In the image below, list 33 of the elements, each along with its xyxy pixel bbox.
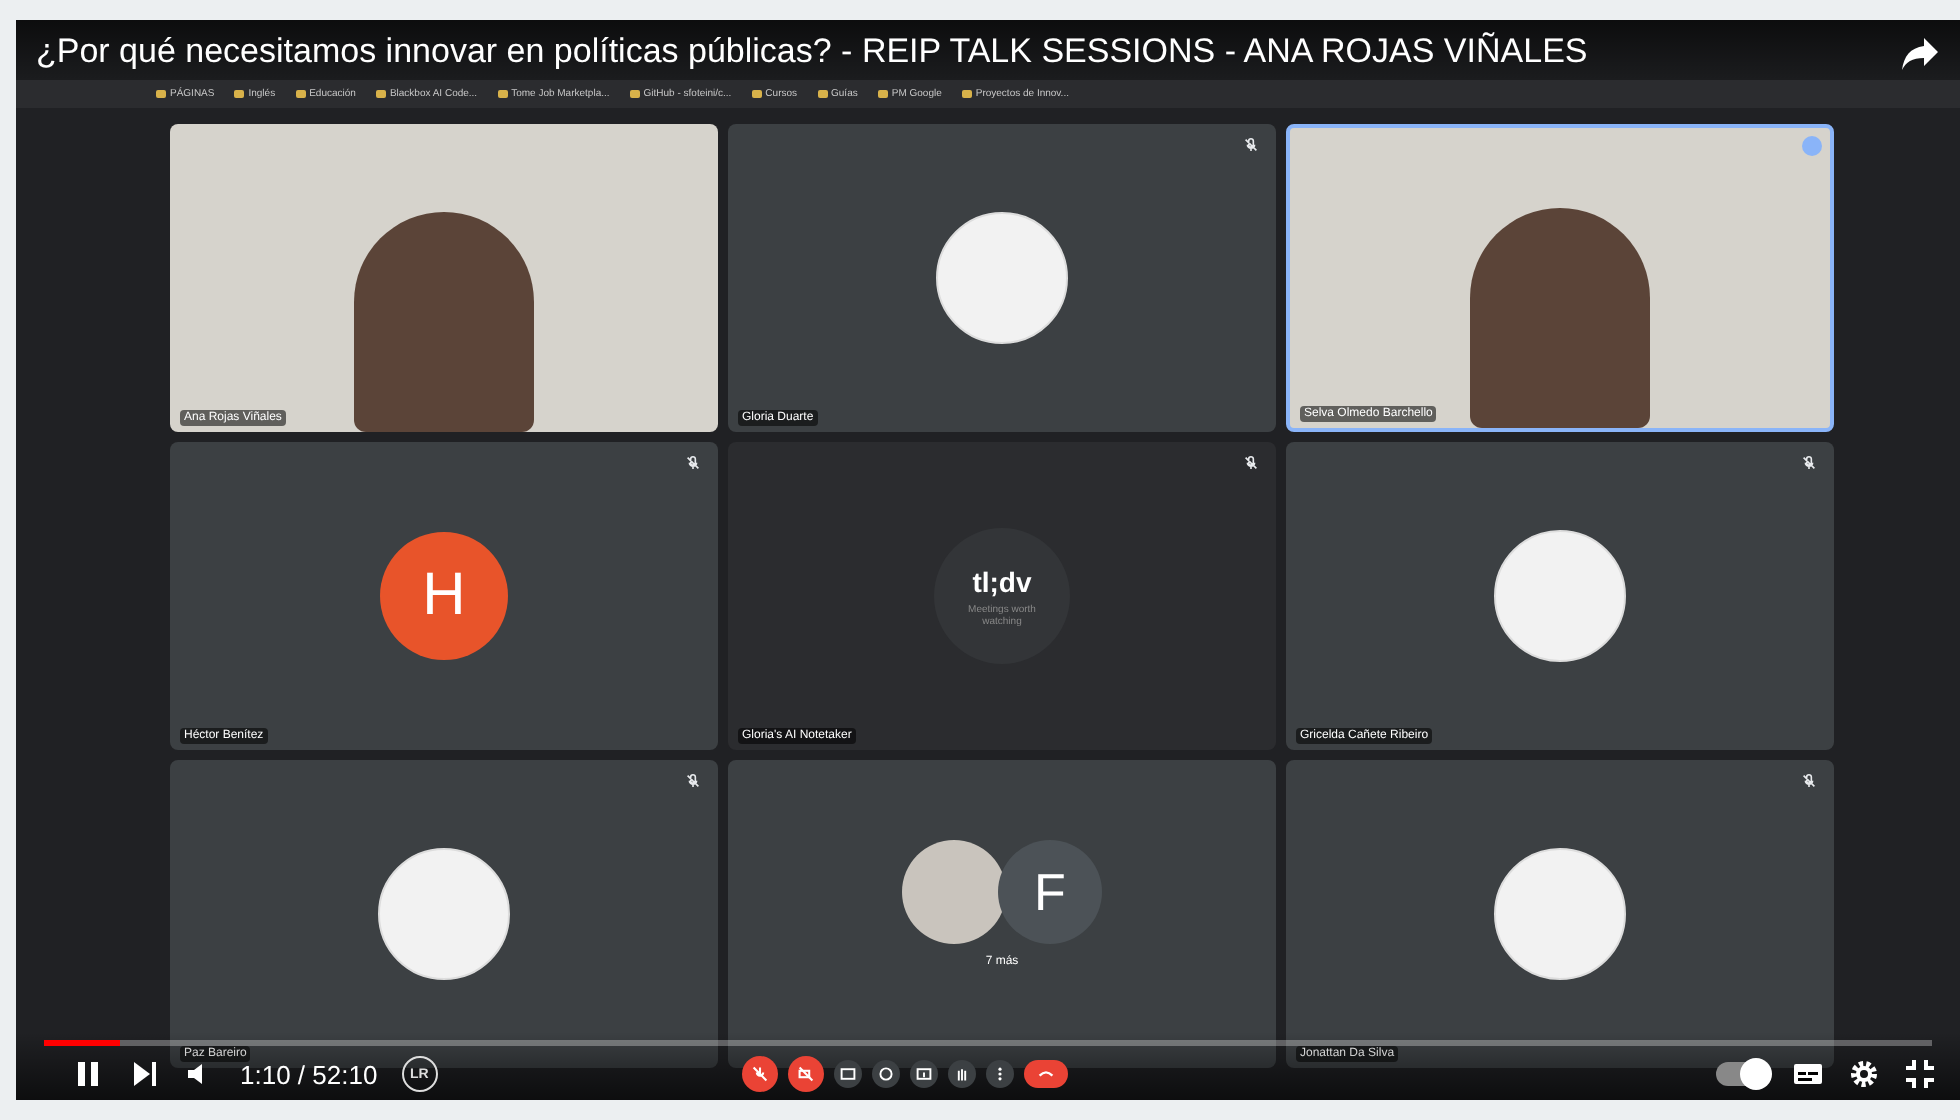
mic-off-icon xyxy=(684,772,702,790)
meeting-control-button[interactable] xyxy=(741,1056,778,1092)
autoplay-toggle[interactable] xyxy=(1716,1062,1768,1086)
meeting-control-button[interactable] xyxy=(833,1060,862,1088)
logo-text: tl;dv xyxy=(972,565,1032,597)
emoji-icon xyxy=(877,1066,894,1082)
mic-off-icon xyxy=(1800,454,1818,472)
mic-off-icon xyxy=(1242,454,1260,472)
meeting-control-button[interactable] xyxy=(787,1056,824,1092)
avatar-photo-placeholder xyxy=(902,840,1006,944)
meeting-control-button[interactable] xyxy=(909,1060,938,1088)
meeting-control-button[interactable] xyxy=(985,1060,1014,1088)
mic-off-icon xyxy=(1800,772,1818,790)
mic-off-icon xyxy=(1242,136,1260,154)
captions-icon xyxy=(839,1066,856,1082)
share-icon[interactable] xyxy=(1900,36,1940,72)
mic-off-icon xyxy=(684,454,702,472)
hang-up-button[interactable] xyxy=(1023,1060,1068,1088)
letter-avatar: H xyxy=(380,532,508,660)
meeting-control-button[interactable] xyxy=(871,1060,900,1088)
present-screen-icon xyxy=(915,1066,932,1082)
mic-off-icon xyxy=(751,1066,768,1082)
letter-avatar: F xyxy=(998,840,1102,944)
subtitles-icon[interactable] xyxy=(1792,1058,1824,1090)
time-display: 1:10 / 52:10 xyxy=(240,1059,378,1089)
meeting-control-button[interactable] xyxy=(947,1060,976,1088)
next-icon[interactable] xyxy=(128,1058,160,1090)
speaking-indicator-icon xyxy=(1802,136,1822,156)
camera-off-icon xyxy=(797,1066,814,1082)
phone-icon xyxy=(1037,1066,1054,1082)
pause-icon[interactable] xyxy=(72,1058,104,1090)
settings-icon[interactable] xyxy=(1848,1058,1880,1090)
fullscreen-exit-icon[interactable] xyxy=(1904,1058,1936,1090)
